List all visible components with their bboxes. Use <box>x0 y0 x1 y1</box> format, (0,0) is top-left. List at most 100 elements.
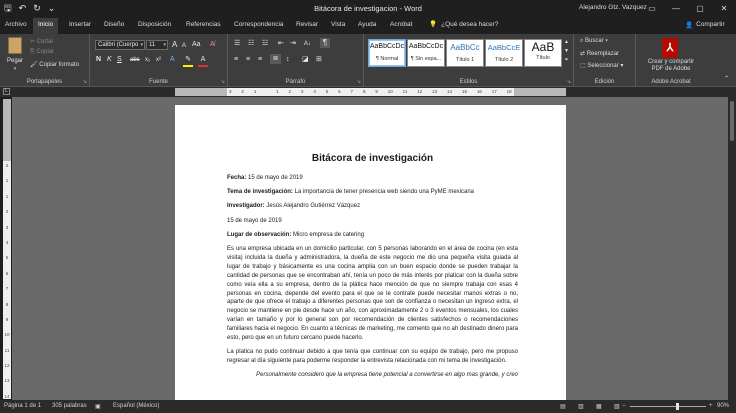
create-pdf-button[interactable]: ⅄ Crear y compartir PDF de Adobe <box>636 34 706 76</box>
style-heading-2[interactable]: AaBbCcE Título 2 <box>485 39 523 67</box>
tab-correspondencia[interactable]: Correspondencia <box>234 21 284 28</box>
horizontal-ruler[interactable]: 3 2 1 1 2 3 4 5 6 7 8 9 10 11 12 13 14 15 16 17 18 <box>175 88 566 96</box>
shrink-font-button[interactable]: A <box>182 41 186 51</box>
superscript-button[interactable]: x² <box>156 55 161 65</box>
style-no-spacing[interactable]: AaBbCcDc ¶ Sin espa... <box>407 39 445 67</box>
undo-icon[interactable]: ↶ <box>19 3 27 14</box>
highlight-icon[interactable]: ✎ <box>183 55 193 67</box>
redo-icon[interactable]: ↻ <box>33 3 41 14</box>
focus-mode-icon[interactable]: ▤ <box>560 403 566 410</box>
field-fecha[interactable]: Fecha: 15 de mayo de 2019 <box>227 174 518 183</box>
dialog-launcher-icon[interactable]: ↘ <box>83 79 87 85</box>
share-button[interactable]: 👤 Compartir <box>685 21 725 29</box>
cut-button[interactable]: ✂ Cortar <box>30 38 53 45</box>
subscript-button[interactable]: x₂ <box>145 55 150 65</box>
customize-qat-icon[interactable]: ⌄ <box>48 3 56 14</box>
zoom-slider-thumb[interactable] <box>676 403 679 410</box>
numbering-icon[interactable]: ☷ <box>248 39 254 49</box>
clear-formatting-icon[interactable]: A̸ <box>210 40 215 50</box>
select-button[interactable]: ⬚ Seleccionar ▾ <box>580 62 623 69</box>
copy-button[interactable]: ⎘ Copiar <box>30 49 54 56</box>
document-canvas[interactable]: Bitácora de investigación Fecha: 15 de m… <box>12 97 728 400</box>
dialog-launcher-icon[interactable]: ↘ <box>357 79 361 85</box>
bold-button[interactable]: N <box>96 55 101 65</box>
strikethrough-button[interactable]: abc <box>130 55 140 65</box>
justify-icon[interactable]: ≣ <box>270 54 281 64</box>
field-tema[interactable]: Tema de investigación: La importancia de… <box>227 188 518 197</box>
line-spacing-icon[interactable]: ↕ <box>286 55 290 65</box>
body-paragraph[interactable]: Es una empresa ubicada en un domicilio p… <box>227 245 518 343</box>
style-heading-1[interactable]: AaBbCc Título 1 <box>446 39 484 67</box>
align-center-icon[interactable]: ≡ <box>246 55 250 65</box>
dialog-launcher-icon[interactable]: ↘ <box>567 79 571 85</box>
vertical-ruler[interactable]: 2 1 1 2 3 4 5 6 7 8 9 10 11 12 13 14 <box>3 99 11 399</box>
font-name-combo[interactable]: Calibri (Cuerpo ▾ <box>95 40 145 50</box>
borders-icon[interactable]: ⊞ <box>316 55 322 65</box>
tab-acrobat[interactable]: Acrobat <box>390 21 412 28</box>
proofing-icon[interactable]: ▣ <box>95 403 101 410</box>
zoom-out-button[interactable]: − <box>622 403 626 409</box>
field-lugar[interactable]: Lugar de observación: Micro empresa de c… <box>227 231 518 240</box>
tab-referencias[interactable]: Referencias <box>186 21 221 28</box>
date-line[interactable]: 15 de mayo de 2019 <box>227 217 518 226</box>
zoom-level[interactable]: 90% <box>717 403 729 409</box>
replace-button[interactable]: ⇄ Reemplazar <box>580 50 619 57</box>
user-name[interactable]: Alejandro Gtz. Vazquez <box>579 4 647 11</box>
align-right-icon[interactable]: ≡ <box>258 55 262 65</box>
document-heading[interactable]: Bitácora de investigación <box>227 153 518 165</box>
style-normal[interactable]: AaBbCcDc ¶ Normal <box>368 39 406 67</box>
tab-revisar[interactable]: Revisar <box>296 21 318 28</box>
find-button[interactable]: ⌕ Buscar ▾ <box>580 38 608 45</box>
page-count[interactable]: Página 1 de 1 <box>4 403 41 409</box>
tab-archivo[interactable]: Archivo <box>5 21 27 28</box>
tab-insertar[interactable]: Insertar <box>69 21 91 28</box>
font-size-combo[interactable]: 11 ▾ <box>146 40 168 50</box>
save-icon[interactable]: 🖫 <box>4 3 12 14</box>
style-title[interactable]: AaB Título <box>524 39 562 67</box>
bullets-icon[interactable]: ☰ <box>234 39 240 49</box>
zoom-in-button[interactable]: + <box>709 403 713 409</box>
word-count[interactable]: 305 palabras <box>52 403 87 409</box>
close-icon[interactable]: ✕ <box>712 0 736 18</box>
language[interactable]: Español (México) <box>113 403 159 409</box>
page-body[interactable]: Bitácora de investigación Fecha: 15 de m… <box>227 153 518 380</box>
sort-icon[interactable]: A↓ <box>304 39 311 49</box>
paste-button[interactable]: Pegar ▾ <box>4 37 26 73</box>
increase-indent-icon[interactable]: ⇥ <box>290 39 296 49</box>
print-layout-icon[interactable]: ▦ <box>596 403 602 410</box>
multilevel-list-icon[interactable]: ☳ <box>262 39 268 49</box>
tab-vista[interactable]: Vista <box>331 21 345 28</box>
tab-disposicion[interactable]: Disposición <box>138 21 171 28</box>
zoom-slider[interactable] <box>630 406 706 407</box>
tab-diseno[interactable]: Diseño <box>104 21 124 28</box>
show-marks-button[interactable]: ¶ <box>320 38 330 48</box>
tell-me-box[interactable]: 💡 ¿Qué desea hacer? <box>429 20 499 29</box>
document-page[interactable]: Bitácora de investigación Fecha: 15 de m… <box>175 105 566 400</box>
web-layout-icon[interactable]: ▧ <box>614 403 620 410</box>
read-mode-icon[interactable]: ▥ <box>578 403 584 410</box>
ribbon-display-options-icon[interactable]: ▭ <box>640 0 664 18</box>
shading-icon[interactable]: ◪ <box>302 55 309 65</box>
dialog-launcher-icon[interactable]: ↘ <box>221 79 225 85</box>
tab-selector-icon[interactable]: L <box>3 88 10 95</box>
italic-button[interactable]: K <box>107 55 112 65</box>
grow-font-button[interactable]: A <box>172 40 177 50</box>
maximize-icon[interactable]: ▢ <box>688 0 712 18</box>
underline-button[interactable]: S <box>117 55 122 65</box>
quote-paragraph[interactable]: Personalmente considero que la empresa t… <box>227 371 518 380</box>
vertical-scrollbar[interactable] <box>728 97 736 400</box>
text-effects-icon[interactable]: A <box>170 55 175 65</box>
body-paragraph[interactable]: La platica no pudo continuar debido a qu… <box>227 348 518 366</box>
field-investigador[interactable]: Investigador: Jesús Alejandro Gutiérrez … <box>227 202 518 211</box>
styles-scroll-icon[interactable]: ▲ ▼ ⏷ <box>564 38 569 65</box>
decrease-indent-icon[interactable]: ⇤ <box>278 39 284 49</box>
tab-ayuda[interactable]: Ayuda <box>358 21 376 28</box>
tab-inicio[interactable]: Inicio <box>33 18 59 34</box>
scrollbar-thumb[interactable] <box>730 101 734 141</box>
minimize-icon[interactable]: — <box>664 0 688 18</box>
format-painter-button[interactable]: 🖌 Copiar formato <box>30 61 79 68</box>
font-color-button[interactable]: A <box>198 55 208 67</box>
align-left-icon[interactable]: ≡ <box>234 55 238 65</box>
collapse-ribbon-icon[interactable]: ⌃ <box>724 74 729 84</box>
change-case-button[interactable]: Aa <box>192 40 201 50</box>
